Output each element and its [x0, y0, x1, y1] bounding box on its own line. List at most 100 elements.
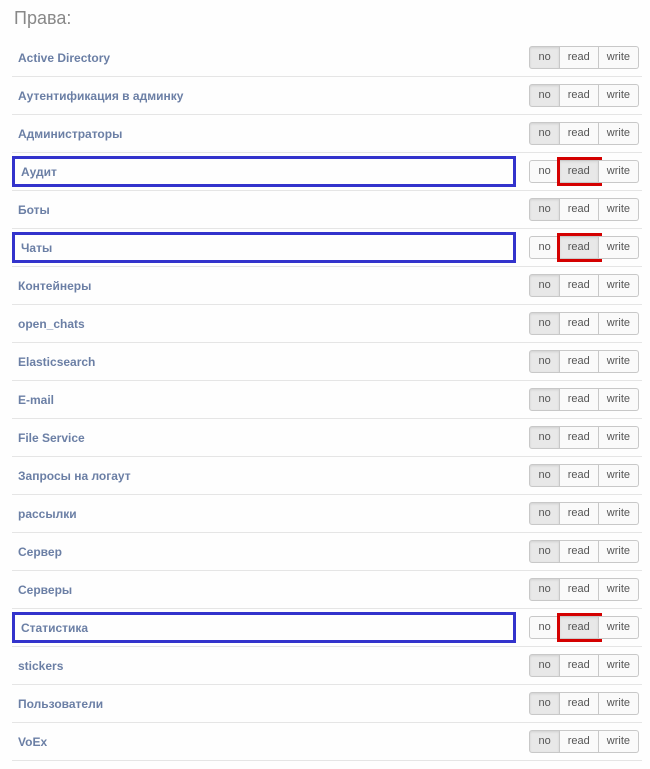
permission-read-button[interactable]: read: [560, 426, 599, 449]
permission-label: Серверы: [18, 583, 72, 597]
permission-row: Пользователи noreadwrite: [12, 685, 642, 723]
permission-read-button[interactable]: read: [560, 540, 599, 563]
permission-write-button[interactable]: write: [599, 388, 639, 411]
permission-write-button[interactable]: write: [599, 236, 639, 259]
permission-row: Администраторыnoreadwrite: [12, 115, 642, 153]
highlight-box: Чаты: [12, 232, 516, 263]
permission-read-button[interactable]: read: [560, 654, 599, 677]
permission-write-button[interactable]: write: [599, 122, 639, 145]
permission-label: Пользователи: [18, 697, 103, 711]
permission-read-button[interactable]: read: [560, 160, 599, 183]
permission-row: Запросы на логаутnoreadwrite: [12, 457, 642, 495]
permission-no-button[interactable]: no: [529, 730, 559, 753]
permission-read-button[interactable]: read: [560, 46, 599, 69]
permission-label: Сервер: [18, 545, 62, 559]
permission-write-button[interactable]: write: [599, 654, 639, 677]
highlight-box: Аудит: [12, 156, 516, 187]
permission-read-button[interactable]: read: [560, 692, 599, 715]
permission-write-button[interactable]: write: [599, 578, 639, 601]
permission-buttons: noreadwrite: [528, 235, 640, 260]
permission-read-button[interactable]: read: [560, 236, 599, 259]
permission-label: Чаты: [21, 241, 52, 255]
permission-write-button[interactable]: write: [599, 198, 639, 221]
permission-label: Аутентификация в админку: [18, 89, 183, 103]
permission-read-button[interactable]: read: [560, 578, 599, 601]
permission-buttons: noreadwrite: [528, 729, 640, 754]
permission-write-button[interactable]: write: [599, 502, 639, 525]
permission-buttons: noreadwrite: [528, 197, 640, 222]
permission-row: Статистика noreadwrite: [12, 609, 642, 647]
permission-row: VoEx noreadwrite: [12, 723, 642, 761]
permission-no-button[interactable]: no: [529, 540, 559, 563]
permission-row: E-mailnoreadwrite: [12, 381, 642, 419]
permission-buttons: noreadwrite: [528, 159, 640, 184]
permission-no-button[interactable]: no: [529, 198, 559, 221]
permission-no-button[interactable]: no: [529, 350, 559, 373]
permission-write-button[interactable]: write: [599, 692, 639, 715]
permission-read-button[interactable]: read: [560, 350, 599, 373]
permission-buttons: noreadwrite: [528, 311, 640, 336]
permission-read-button[interactable]: read: [560, 312, 599, 335]
permission-write-button[interactable]: write: [599, 350, 639, 373]
permission-write-button[interactable]: write: [599, 426, 639, 449]
permission-buttons: noreadwrite: [528, 691, 640, 716]
permission-label: Elasticsearch: [18, 355, 95, 369]
permission-no-button[interactable]: no: [529, 502, 559, 525]
permission-write-button[interactable]: write: [599, 616, 639, 639]
permission-label: Боты: [18, 203, 50, 217]
permission-write-button[interactable]: write: [599, 274, 639, 297]
permission-no-button[interactable]: no: [529, 388, 559, 411]
permission-no-button[interactable]: no: [529, 236, 559, 259]
permission-row: Active Directory noreadwrite: [12, 39, 642, 77]
permission-read-button[interactable]: read: [560, 730, 599, 753]
permission-write-button[interactable]: write: [599, 730, 639, 753]
permission-label: Статистика: [21, 621, 88, 635]
permission-no-button[interactable]: no: [529, 274, 559, 297]
permission-no-button[interactable]: no: [529, 46, 559, 69]
permission-row: Чаты noreadwrite: [12, 229, 642, 267]
permission-no-button[interactable]: no: [529, 122, 559, 145]
permission-read-button[interactable]: read: [560, 122, 599, 145]
permission-no-button[interactable]: no: [529, 654, 559, 677]
permission-read-button[interactable]: read: [560, 464, 599, 487]
permission-no-button[interactable]: no: [529, 616, 559, 639]
permission-read-button[interactable]: read: [560, 198, 599, 221]
permission-write-button[interactable]: write: [599, 540, 639, 563]
permission-buttons: noreadwrite: [528, 425, 640, 450]
permission-no-button[interactable]: no: [529, 312, 559, 335]
permission-read-button[interactable]: read: [560, 274, 599, 297]
permission-no-button[interactable]: no: [529, 692, 559, 715]
permission-write-button[interactable]: write: [599, 46, 639, 69]
permission-row: Elasticsearch noreadwrite: [12, 343, 642, 381]
permission-label: рассылки: [18, 507, 77, 521]
permission-buttons: noreadwrite: [528, 653, 640, 678]
permission-buttons: noreadwrite: [528, 387, 640, 412]
permission-no-button[interactable]: no: [529, 84, 559, 107]
permission-read-button[interactable]: read: [560, 84, 599, 107]
permission-row: Аудитnoreadwrite: [12, 153, 642, 191]
highlight-box: Статистика: [12, 612, 516, 643]
permission-write-button[interactable]: write: [599, 464, 639, 487]
permission-write-button[interactable]: write: [599, 84, 639, 107]
permission-no-button[interactable]: no: [529, 160, 559, 183]
permission-no-button[interactable]: no: [529, 464, 559, 487]
permission-read-button[interactable]: read: [560, 388, 599, 411]
permission-no-button[interactable]: no: [529, 578, 559, 601]
permission-label: File Service: [18, 431, 85, 445]
permission-read-button[interactable]: read: [560, 502, 599, 525]
permission-write-button[interactable]: write: [599, 160, 639, 183]
permission-row: Контейнерыnoreadwrite: [12, 267, 642, 305]
permission-label: stickers: [18, 659, 63, 673]
permission-buttons: noreadwrite: [528, 463, 640, 488]
permission-buttons: noreadwrite: [528, 349, 640, 374]
permission-buttons: noreadwrite: [528, 83, 640, 108]
permission-row: Аутентификация в админку noreadwrite: [12, 77, 642, 115]
permission-row: stickers noreadwrite: [12, 647, 642, 685]
permission-write-button[interactable]: write: [599, 312, 639, 335]
permission-no-button[interactable]: no: [529, 426, 559, 449]
permission-label: open_chats: [18, 317, 85, 331]
permission-label: Active Directory: [18, 51, 110, 65]
permission-read-button[interactable]: read: [560, 616, 599, 639]
permission-label: VoEx: [18, 735, 47, 749]
permission-buttons: noreadwrite: [528, 501, 640, 526]
